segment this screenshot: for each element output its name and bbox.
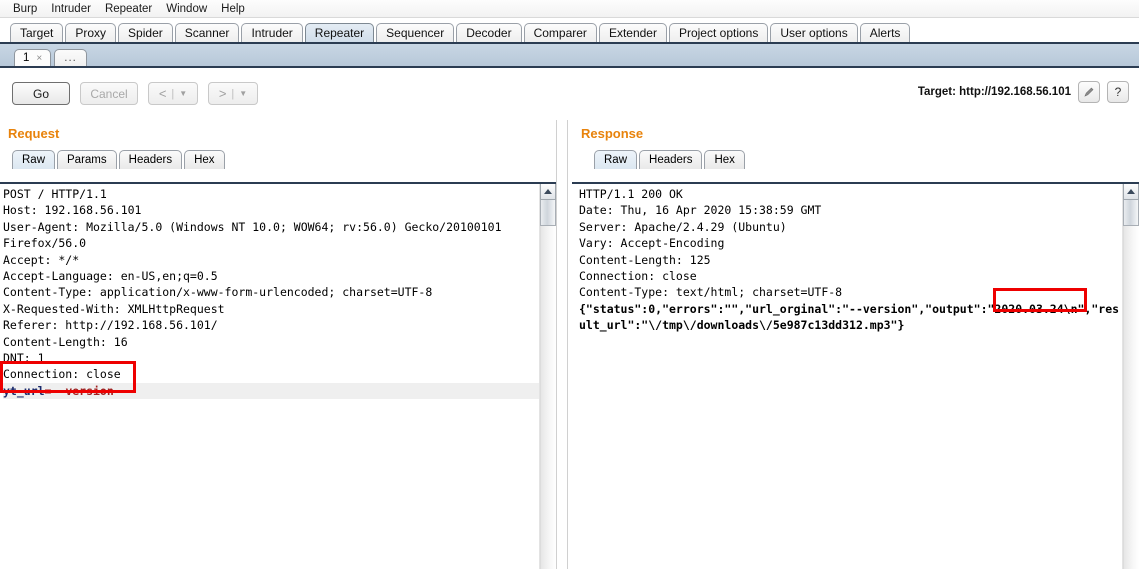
tab-target[interactable]: Target — [10, 23, 64, 43]
request-tab-raw[interactable]: Raw — [12, 150, 56, 169]
pencil-icon — [1084, 87, 1094, 97]
request-tab-headers[interactable]: Headers — [118, 150, 183, 169]
tab-user-options[interactable]: User options — [770, 23, 858, 43]
tab-scanner[interactable]: Scanner — [174, 23, 240, 43]
close-icon[interactable]: × — [36, 50, 42, 67]
repeater-toolbar: Go Cancel < | ▼ > | ▼ Target: http://192… — [0, 68, 1139, 120]
tab-spider[interactable]: Spider — [118, 23, 173, 43]
request-body-line: yt_url=--version — [3, 382, 540, 400]
response-body-output-value: 2020.03.24\n — [994, 301, 1078, 316]
request-vertical-scrollbar[interactable] — [539, 184, 556, 569]
back-button[interactable]: < | ▼ — [148, 82, 198, 105]
button-separator: | — [171, 87, 175, 100]
tab-repeater[interactable]: Repeater — [304, 23, 375, 43]
response-tab-raw[interactable]: Raw — [594, 150, 638, 169]
chevron-right-icon: > — [218, 86, 227, 101]
chevron-down-icon: ▼ — [239, 89, 248, 98]
request-editor-area: POST / HTTP/1.1 Host: 192.168.56.101 Use… — [0, 182, 556, 569]
tab-comparer[interactable]: Comparer — [523, 23, 597, 43]
request-panel: Request Raw Params Headers Hex POST / HT… — [0, 120, 556, 569]
request-tab-params[interactable]: Params — [57, 150, 117, 169]
response-body-before: {"status":0,"errors":"","url_orginal":"-… — [579, 301, 995, 316]
request-body-param-name: yt_url — [3, 383, 45, 398]
tab-project-options[interactable]: Project options — [668, 23, 769, 43]
scroll-up-icon[interactable] — [1123, 184, 1139, 200]
response-scroll-thumb[interactable] — [1123, 200, 1139, 226]
menu-item-burp[interactable]: Burp — [6, 1, 44, 17]
tab-intruder[interactable]: Intruder — [241, 23, 303, 43]
target-label: Target: http://192.168.56.101 — [917, 86, 1071, 98]
request-scroll-track[interactable] — [540, 226, 556, 569]
request-body-param-value: =--version — [44, 383, 114, 398]
response-panel: Response Raw Headers Hex HTTP/1.1 200 OK… — [568, 120, 1139, 569]
request-editor[interactable]: POST / HTTP/1.1 Host: 192.168.56.101 Use… — [0, 184, 540, 569]
tab-proxy[interactable]: Proxy — [65, 23, 117, 43]
response-tab-hex[interactable]: Hex — [704, 150, 745, 169]
main-tab-bar: Target Proxy Spider Scanner Intruder Rep… — [0, 18, 1139, 44]
response-view-tabs: Raw Headers Hex — [568, 148, 1139, 169]
response-panel-title: Response — [581, 126, 644, 141]
tab-extender[interactable]: Extender — [598, 23, 667, 43]
request-headers-text: POST / HTTP/1.1 Host: 192.168.56.101 Use… — [3, 187, 502, 382]
response-scroll-track[interactable] — [1123, 226, 1139, 569]
go-button[interactable]: Go — [12, 82, 70, 105]
request-response-panes: Request Raw Params Headers Hex POST / HT… — [0, 120, 1139, 569]
help-button[interactable]: ? — [1107, 81, 1129, 103]
menu-item-help[interactable]: Help — [214, 1, 252, 17]
menu-item-intruder[interactable]: Intruder — [44, 1, 98, 17]
response-vertical-scrollbar[interactable] — [1122, 184, 1139, 569]
response-tab-headers[interactable]: Headers — [639, 150, 703, 169]
tab-alerts[interactable]: Alerts — [859, 23, 911, 43]
response-editor[interactable]: HTTP/1.1 200 OK Date: Thu, 16 Apr 2020 1… — [572, 184, 1123, 569]
menu-item-window[interactable]: Window — [159, 1, 214, 17]
scroll-up-icon[interactable] — [540, 184, 556, 200]
button-separator: | — [231, 87, 235, 100]
tab-sequencer[interactable]: Sequencer — [376, 23, 455, 43]
request-scroll-thumb[interactable] — [540, 200, 556, 226]
tab-decoder[interactable]: Decoder — [456, 23, 522, 43]
chevron-left-icon: < — [158, 86, 167, 101]
edit-target-button[interactable] — [1078, 81, 1100, 103]
request-view-tabs: Raw Params Headers Hex — [0, 148, 556, 169]
menu-item-repeater[interactable]: Repeater — [98, 1, 159, 17]
response-editor-area: HTTP/1.1 200 OK Date: Thu, 16 Apr 2020 1… — [572, 182, 1139, 569]
response-body: {"status":0,"errors":"","url_orginal":"-… — [579, 302, 1119, 332]
forward-button[interactable]: > | ▼ — [208, 82, 258, 105]
panel-splitter[interactable] — [556, 120, 568, 569]
response-headers-text: HTTP/1.1 200 OK Date: Thu, 16 Apr 2020 1… — [579, 187, 843, 300]
menu-bar: Burp Intruder Repeater Window Help — [0, 0, 1139, 18]
repeater-tab-1[interactable]: 1 × — [14, 49, 52, 67]
repeater-tab-1-label: 1 — [23, 52, 30, 64]
cancel-button: Cancel — [80, 82, 138, 105]
repeater-sub-tab-bar: 1 × ... — [0, 44, 1139, 68]
repeater-new-tab-button[interactable]: ... — [54, 49, 87, 67]
request-panel-title: Request — [8, 126, 60, 141]
chevron-down-icon: ▼ — [179, 89, 188, 98]
request-tab-hex[interactable]: Hex — [184, 150, 225, 169]
